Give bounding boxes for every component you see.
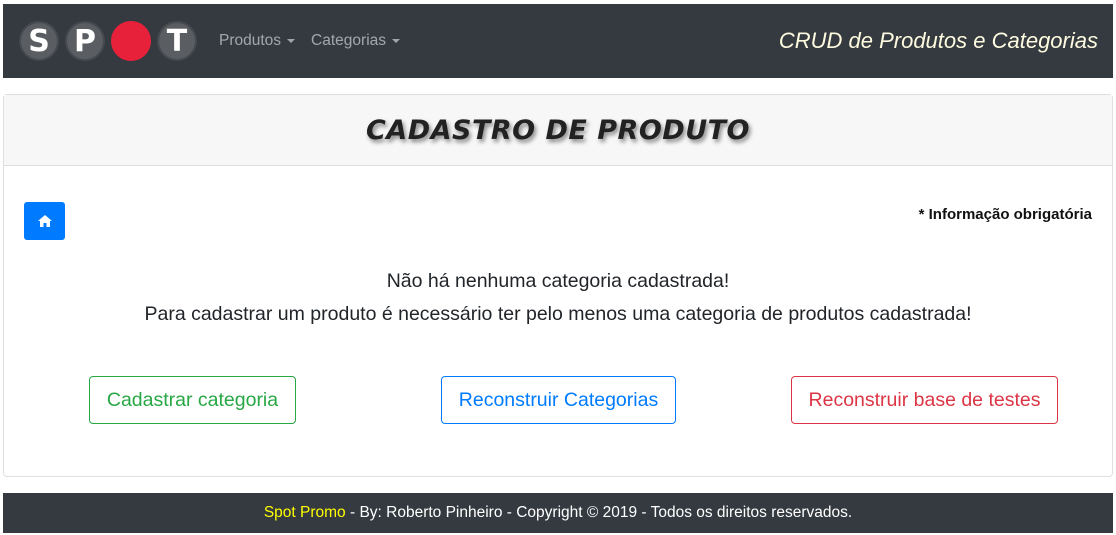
- register-category-button[interactable]: Cadastrar categoria: [89, 376, 296, 424]
- home-button[interactable]: [24, 202, 65, 240]
- caret-down-icon: [392, 39, 401, 43]
- required-info-note: * Informação obrigatória: [918, 206, 1092, 223]
- card-header: CADASTRO DE PRODUTO: [4, 95, 1112, 166]
- home-icon: [37, 215, 52, 227]
- footer-copyright: - By: Roberto Pinheiro - Copyright © 201…: [345, 504, 853, 521]
- message-line-1: Não há nenhuma categoria cadastrada!: [386, 270, 730, 292]
- rebuild-categories-button[interactable]: Reconstruir Categorias: [441, 376, 676, 424]
- nav-produtos-label: Produtos: [219, 32, 282, 49]
- caret-down-icon: [287, 39, 296, 43]
- footer-brand[interactable]: Spot Promo: [264, 504, 346, 522]
- nav-categorias-label: Categorias: [311, 32, 387, 49]
- no-category-message: Não há nenhuma categoria cadastrada! Par…: [4, 265, 1112, 331]
- rebuild-test-base-button[interactable]: Reconstruir base de testes: [791, 376, 1058, 424]
- logo-letter-p: P: [65, 21, 105, 61]
- spot-logo[interactable]: S P T: [19, 21, 203, 61]
- logo-letter-t: T: [157, 21, 197, 61]
- navbar-brand-text: CRUD de Produtos e Categorias: [778, 28, 1098, 53]
- top-navbar: S P T Produtos Categorias CRUD de Produt…: [3, 4, 1113, 78]
- nav-dropdown-produtos[interactable]: Produtos: [219, 32, 296, 50]
- page-title: CADASTRO DE PRODUTO: [365, 114, 751, 146]
- nav-menu: Produtos Categorias: [219, 32, 416, 50]
- nav-dropdown-categorias[interactable]: Categorias: [311, 32, 401, 50]
- footer: Spot Promo - By: Roberto Pinheiro - Copy…: [3, 493, 1113, 533]
- logo-red-dot: [111, 21, 151, 61]
- logo-letter-s: S: [19, 21, 59, 61]
- message-line-2: Para cadastrar um produto é necessário t…: [144, 303, 972, 325]
- product-registration-card: CADASTRO DE PRODUTO * Informação obrigat…: [3, 94, 1113, 477]
